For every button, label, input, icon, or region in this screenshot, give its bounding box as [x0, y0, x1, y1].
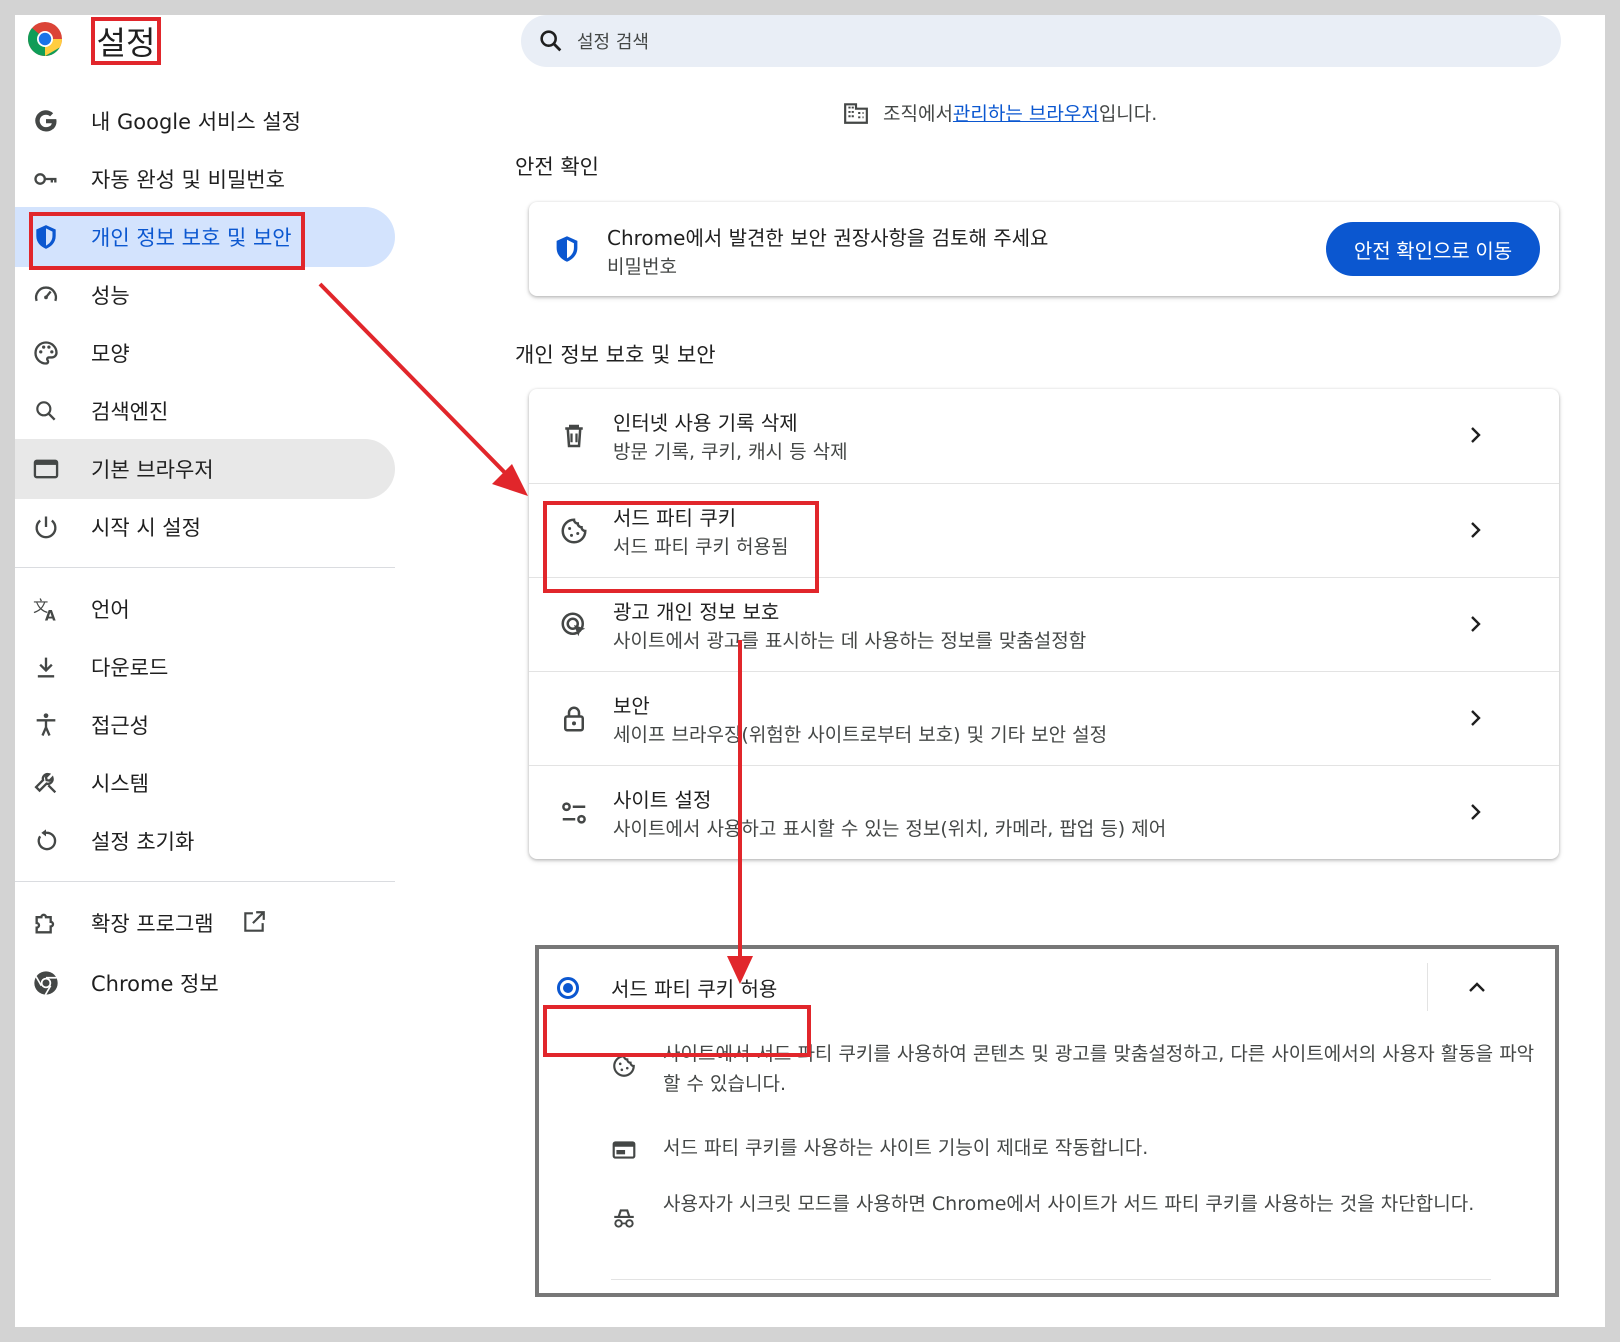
svg-text:A: A — [45, 609, 56, 623]
sidebar-item-accessibility[interactable]: 접근성 — [15, 695, 395, 755]
sidebar-item-autofill[interactable]: 자동 완성 및 비밀번호 — [15, 149, 395, 209]
sidebar-divider — [15, 567, 395, 568]
privacy-row-security[interactable]: 보안 세이프 브라우징(위험한 사이트로부터 보호) 및 기타 보안 설정 — [529, 671, 1559, 766]
page-title: 설정 — [91, 17, 161, 65]
sidebar-item-reset[interactable]: 설정 초기화 — [15, 811, 395, 871]
sidebar-item-label: 시스템 — [91, 772, 149, 796]
incognito-icon — [614, 1209, 634, 1228]
key-icon — [31, 164, 61, 194]
allow-cookies-radio[interactable] — [557, 977, 579, 999]
shield-icon — [556, 236, 578, 262]
open-in-new-icon — [241, 909, 267, 935]
chevron-right-icon — [1471, 427, 1481, 443]
row-title: 사이트 설정 — [613, 788, 712, 812]
sidebar-item-appearance[interactable]: 모양 — [15, 323, 395, 383]
sidebar-item-label: 기본 브라우저 — [91, 458, 214, 482]
sidebar-item-label: 모양 — [91, 342, 130, 366]
chevron-right-icon — [1471, 616, 1481, 632]
sidebar-item-label: 다운로드 — [91, 656, 169, 680]
sidebar-item-languages[interactable]: 文A 언어 — [15, 579, 395, 639]
chevron-up-icon[interactable] — [1465, 976, 1489, 1000]
translate-icon: 文A — [31, 594, 61, 624]
privacy-row-site-settings[interactable]: 사이트 설정 사이트에서 사용하고 표시할 수 있는 정보(위치, 카메라, 팝… — [529, 765, 1559, 860]
ad-privacy-icon — [561, 612, 586, 637]
chrome-icon — [31, 968, 61, 998]
sidebar-item-label: 성능 — [91, 284, 130, 308]
web-feature-icon — [612, 1141, 636, 1159]
sidebar-item-label: Chrome 정보 — [91, 972, 219, 996]
safety-check-subtitle: 비밀번호 — [607, 256, 677, 278]
cookie-option-panel: 서드 파티 쿠키 허용 사이트에서 서드 파티 쿠키를 사용하여 콘텐츠 및 광… — [535, 945, 1559, 1297]
sidebar-item-label: 설정 초기화 — [91, 830, 195, 854]
settings-page: 설정 설정 검색 내 Google 서비스 설정 자동 완성 및 비밀번호 개인… — [15, 15, 1605, 1327]
sidebar-item-about-chrome[interactable]: Chrome 정보 — [15, 953, 395, 1013]
chevron-right-icon — [1471, 522, 1481, 538]
sidebar-item-label: 접근성 — [91, 714, 149, 738]
lock-icon — [564, 706, 584, 732]
privacy-heading: 개인 정보 보호 및 보안 — [515, 343, 716, 367]
sidebar-item-on-startup[interactable]: 시작 시 설정 — [15, 497, 395, 557]
managed-notice: 조직에서 관리하는 브라우저 입니다. — [843, 99, 1157, 126]
wrench-icon — [31, 768, 61, 798]
download-icon — [31, 652, 61, 682]
row-subtitle: 사이트에서 광고를 표시하는 데 사용하는 정보를 맞춤설정함 — [613, 630, 1087, 652]
search-icon — [31, 396, 61, 426]
sidebar-item-system[interactable]: 시스템 — [15, 753, 395, 813]
power-icon — [31, 512, 61, 542]
palette-icon — [31, 338, 61, 368]
highlight-box-allow-option — [543, 1005, 811, 1057]
cookie-detail-2: 서드 파티 쿠키를 사용하는 사이트 기능이 제대로 작동합니다. — [663, 1137, 1149, 1159]
sidebar-item-label: 확장 프로그램 — [91, 912, 214, 936]
trash-icon — [565, 424, 583, 448]
accessibility-icon — [31, 710, 61, 740]
sidebar-item-google-services[interactable]: 내 Google 서비스 설정 — [15, 91, 395, 151]
row-subtitle: 방문 기록, 쿠키, 캐시 등 삭제 — [613, 441, 848, 463]
panel-divider — [611, 1279, 1491, 1280]
reset-icon — [31, 826, 61, 856]
sidebar-item-extensions[interactable]: 확장 프로그램 — [15, 893, 395, 953]
sidebar-item-performance[interactable]: 성능 — [15, 265, 395, 325]
highlight-box-third-party-cookies — [543, 501, 819, 593]
google-icon — [31, 106, 61, 136]
managed-suffix: 입니다. — [1098, 103, 1158, 125]
go-to-safety-check-button[interactable]: 안전 확인으로 이동 — [1326, 222, 1540, 276]
radio-selected-dot — [563, 983, 573, 993]
chevron-right-icon — [1471, 804, 1481, 820]
chevron-right-icon — [1471, 710, 1481, 726]
search-icon — [540, 30, 562, 52]
managed-browser-link[interactable]: 관리하는 브라우저 — [953, 99, 1099, 126]
sidebar-item-label: 검색엔진 — [91, 400, 169, 424]
cookie-detail-3: 사용자가 시크릿 모드를 사용하면 Chrome에서 사이트가 서드 파티 쿠키… — [663, 1193, 1475, 1215]
sidebar-item-label: 시작 시 설정 — [91, 516, 201, 540]
search-bar[interactable]: 설정 검색 — [521, 15, 1561, 67]
sidebar-item-default-browser[interactable]: 기본 브라우저 — [15, 439, 395, 499]
tune-icon — [562, 802, 586, 824]
cookie-option-label: 서드 파티 쿠키 허용 — [611, 977, 778, 1001]
safety-check-heading: 안전 확인 — [515, 155, 599, 179]
safety-check-title: Chrome에서 발견한 보안 권장사항을 검토해 주세요 — [607, 226, 1049, 250]
sidebar-divider — [15, 881, 395, 882]
sidebar-item-label: 내 Google 서비스 설정 — [91, 110, 301, 134]
chrome-logo — [27, 22, 62, 56]
puzzle-icon — [31, 908, 61, 938]
row-subtitle: 세이프 브라우징(위험한 사이트로부터 보호) 및 기타 보안 설정 — [613, 724, 1108, 746]
row-title: 인터넷 사용 기록 삭제 — [613, 411, 798, 435]
privacy-card: 인터넷 사용 기록 삭제 방문 기록, 쿠키, 캐시 등 삭제 서드 파티 쿠키… — [529, 389, 1559, 859]
highlight-box-privacy-nav — [29, 212, 305, 270]
speedometer-icon — [31, 280, 61, 310]
header-separator — [1427, 963, 1428, 1011]
safety-check-card: Chrome에서 발견한 보안 권장사항을 검토해 주세요 비밀번호 안전 확인… — [529, 202, 1559, 296]
privacy-row-clear-data[interactable]: 인터넷 사용 기록 삭제 방문 기록, 쿠키, 캐시 등 삭제 — [529, 389, 1559, 483]
search-placeholder: 설정 검색 — [577, 32, 649, 53]
sidebar-item-label: 자동 완성 및 비밀번호 — [91, 168, 285, 192]
sidebar-item-downloads[interactable]: 다운로드 — [15, 637, 395, 697]
sidebar-item-search-engine[interactable]: 검색엔진 — [15, 381, 395, 441]
building-icon — [844, 102, 868, 124]
row-title: 보안 — [613, 694, 650, 718]
managed-prefix: 조직에서 — [883, 103, 953, 125]
row-subtitle: 사이트에서 사용하고 표시할 수 있는 정보(위치, 카메라, 팝업 등) 제어 — [613, 818, 1167, 840]
browser-window-icon — [31, 454, 61, 484]
sidebar-item-label: 언어 — [91, 598, 130, 622]
row-title: 광고 개인 정보 보호 — [613, 600, 780, 624]
